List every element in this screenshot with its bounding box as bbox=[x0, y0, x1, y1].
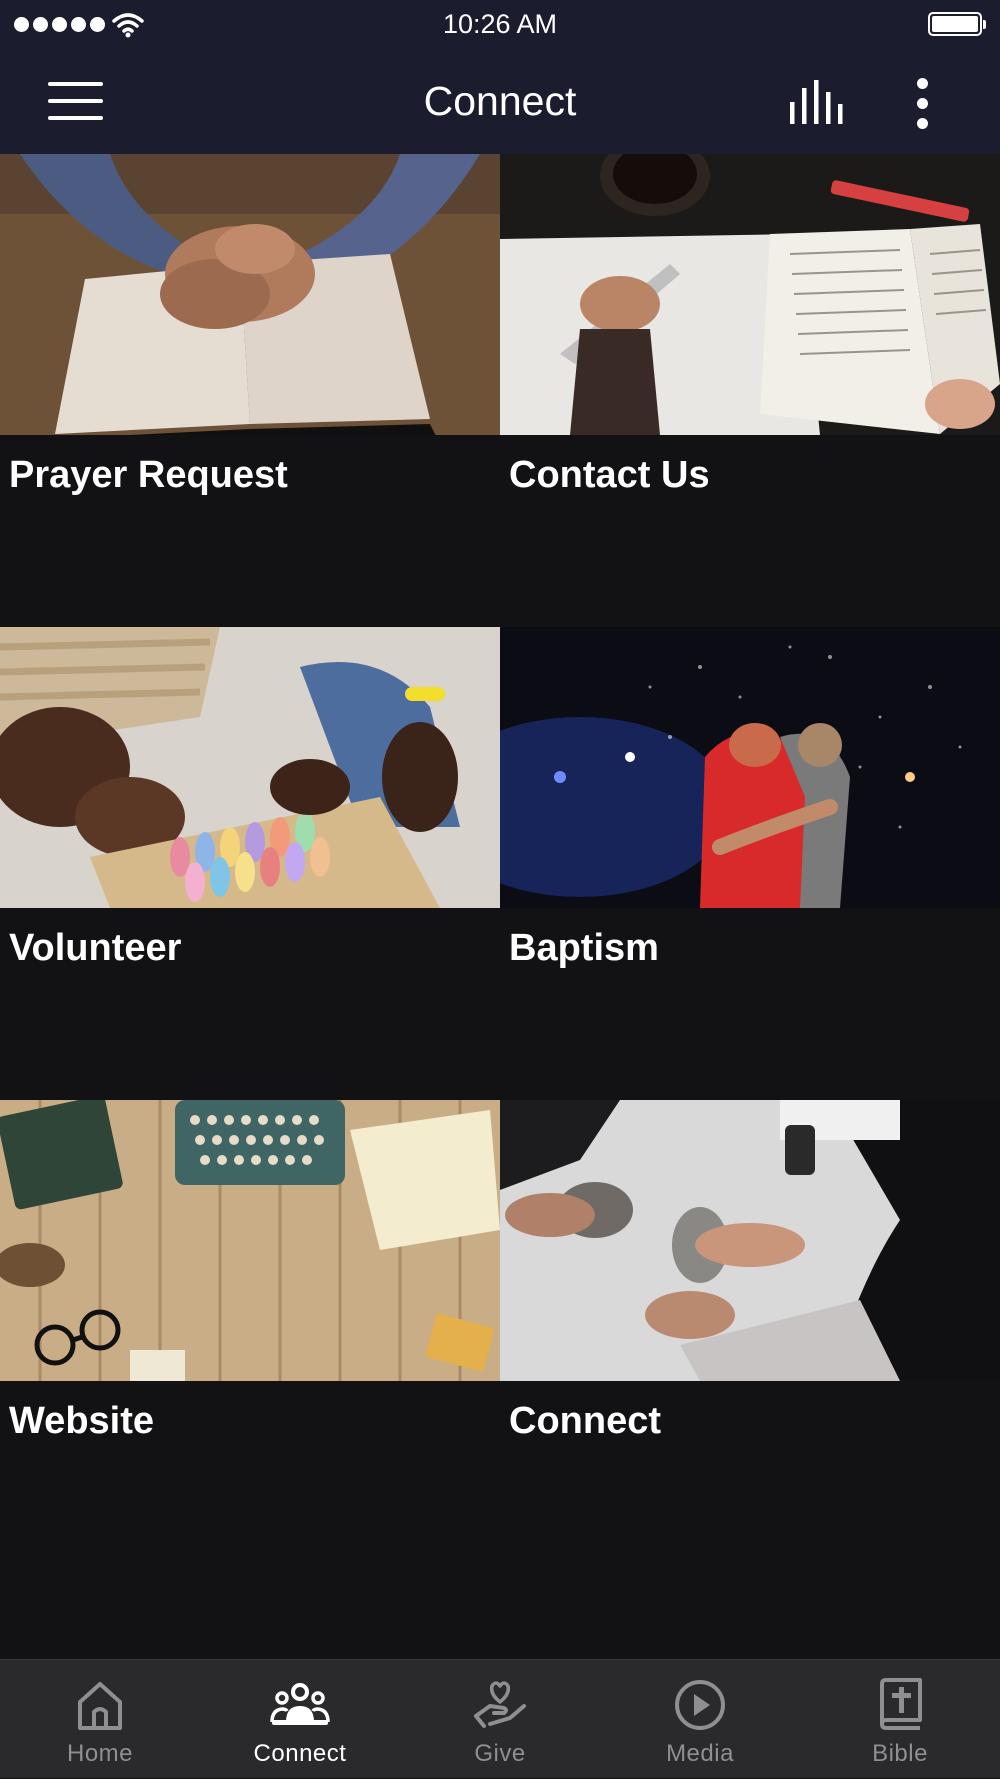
page-title: Connect bbox=[423, 78, 577, 124]
battery-icon bbox=[928, 12, 986, 36]
card-label: Website bbox=[9, 1400, 155, 1442]
card-prayer-request[interactable]: Prayer Request bbox=[0, 154, 500, 627]
tab-media[interactable]: Media bbox=[600, 1660, 800, 1779]
status-time: 10:26 AM bbox=[442, 9, 558, 39]
card-image bbox=[500, 1100, 1000, 1381]
bible-icon bbox=[880, 1678, 922, 1730]
card-volunteer[interactable]: Volunteer bbox=[0, 627, 500, 1100]
card-contact-us[interactable]: Contact Us bbox=[500, 154, 1000, 627]
tab-label: Connect bbox=[253, 1740, 347, 1767]
app-bar: Connect bbox=[0, 52, 1000, 154]
card-image bbox=[500, 627, 1000, 908]
tab-bible[interactable]: Bible bbox=[800, 1660, 1000, 1779]
status-bar: 10:26 AM bbox=[0, 0, 1000, 52]
home-icon bbox=[78, 1682, 122, 1730]
card-image bbox=[0, 154, 500, 435]
card-image bbox=[500, 154, 1000, 435]
card-label: Volunteer bbox=[9, 927, 182, 969]
card-image bbox=[0, 1100, 500, 1381]
tab-home[interactable]: Home bbox=[0, 1660, 200, 1779]
tab-label: Media bbox=[666, 1740, 734, 1767]
card-connect[interactable]: Connect bbox=[500, 1100, 1000, 1573]
people-icon bbox=[270, 1683, 330, 1725]
card-label: Prayer Request bbox=[9, 454, 288, 496]
heart-hand-icon bbox=[474, 1681, 526, 1728]
card-website[interactable]: Website bbox=[0, 1100, 500, 1573]
audio-bars-icon[interactable] bbox=[788, 80, 846, 124]
tab-connect[interactable]: Connect bbox=[200, 1660, 400, 1779]
play-circle-icon bbox=[675, 1680, 725, 1730]
card-image bbox=[0, 627, 500, 908]
tab-give[interactable]: Give bbox=[400, 1660, 600, 1779]
tab-label: Home bbox=[66, 1740, 134, 1767]
card-label: Baptism bbox=[509, 927, 659, 969]
tab-label: Bible bbox=[872, 1740, 928, 1767]
card-label: Contact Us bbox=[509, 454, 710, 496]
bottom-tab-bar: Home Connect Give Media Bible bbox=[0, 1659, 1000, 1778]
more-vertical-icon[interactable] bbox=[909, 76, 939, 132]
tab-label: Give bbox=[474, 1740, 526, 1767]
card-label: Connect bbox=[509, 1400, 661, 1442]
card-baptism[interactable]: Baptism bbox=[500, 627, 1000, 1100]
